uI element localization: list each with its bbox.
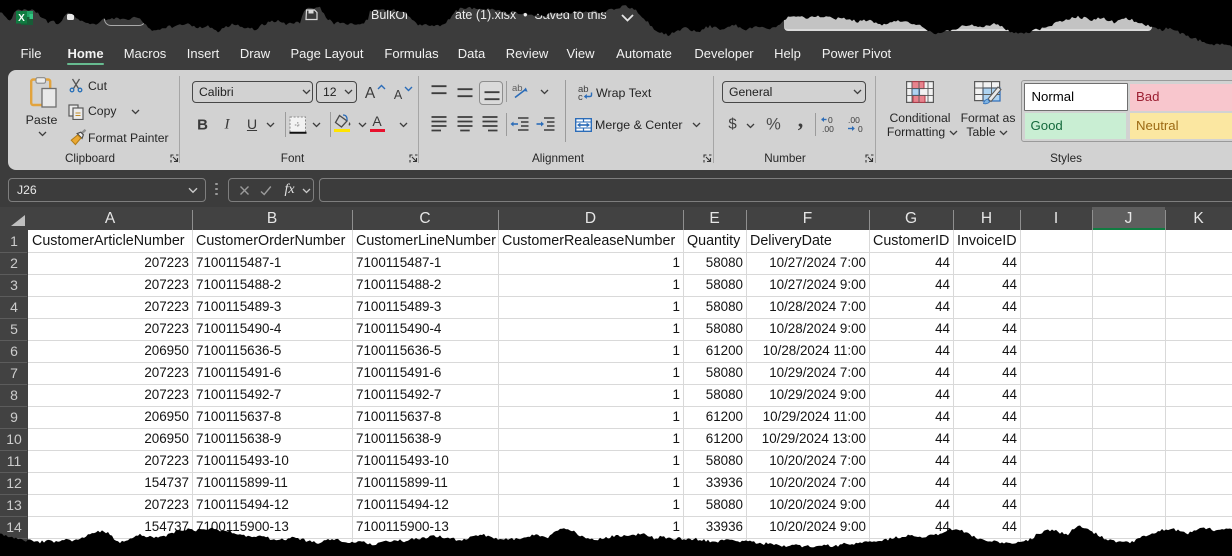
svg-text:X: X [18, 13, 25, 24]
svg-text:c: c [578, 92, 583, 101]
svg-text:.00: .00 [822, 124, 834, 134]
svg-text:0: 0 [858, 124, 863, 134]
